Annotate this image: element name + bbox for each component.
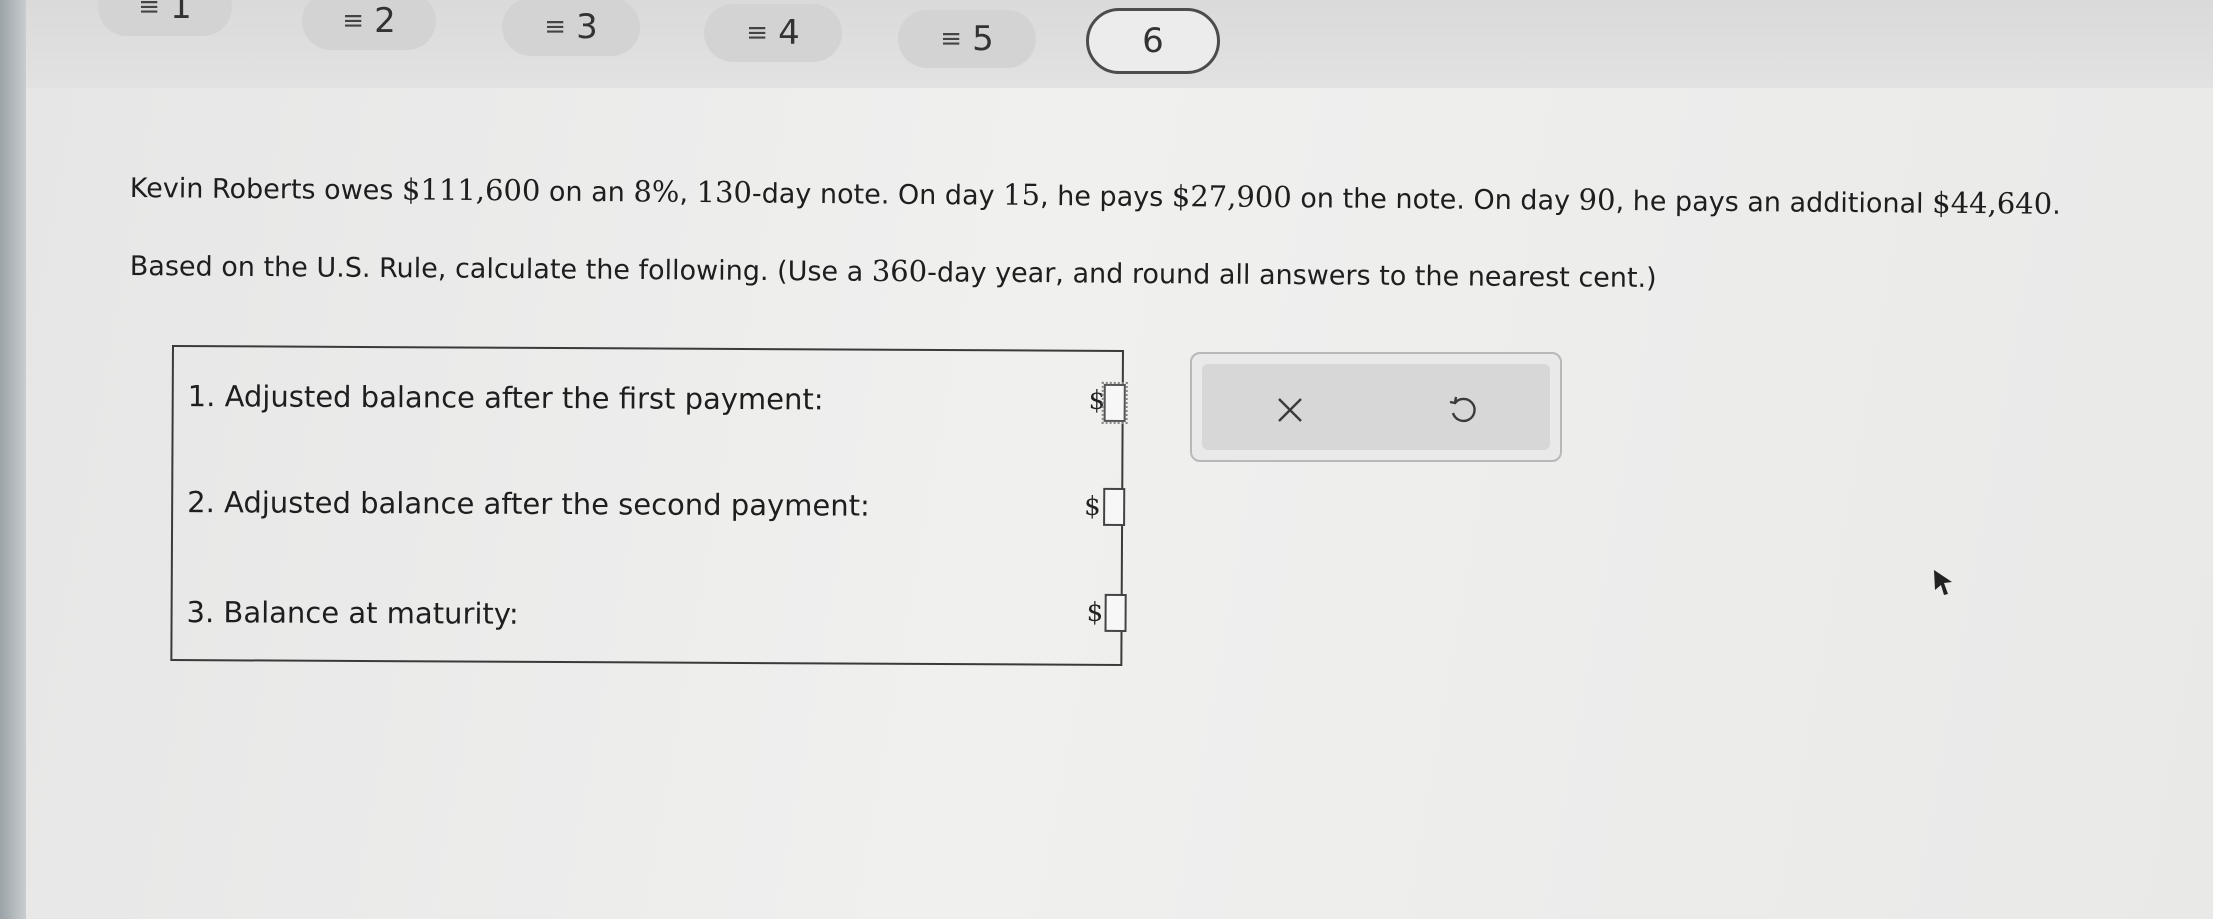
problem-statement: Kevin Roberts owes $111,600 on an 8%, 13… xyxy=(130,170,2213,222)
question-3-label: 3. Balance at maturity: xyxy=(186,595,519,631)
tab-label: 4 xyxy=(778,13,800,53)
tab-label: 5 xyxy=(972,19,994,59)
interest-rate: 8% xyxy=(633,174,680,209)
instruction-text: -day year, and round all answers to the … xyxy=(927,257,1657,294)
note-term: 130 xyxy=(696,174,753,210)
equals-icon: ≡ xyxy=(746,18,769,48)
problem-text: -day note. On day xyxy=(751,178,1004,212)
problem-text: , he pays an additional xyxy=(1615,185,1933,220)
currency-symbol: $ xyxy=(1084,491,1101,522)
undo-button[interactable] xyxy=(1440,388,1484,432)
question-2-label: 2. Adjusted balance after the second pay… xyxy=(187,485,870,523)
answer-tools-panel xyxy=(1190,352,1562,462)
question-1-label: 1. Adjusted balance after the first paym… xyxy=(187,379,824,417)
answer-2-input[interactable] xyxy=(1103,487,1126,526)
tab-label: 6 xyxy=(1142,21,1164,61)
equals-icon: ≡ xyxy=(940,24,963,54)
problem-text: , xyxy=(679,177,697,209)
equals-icon: ≡ xyxy=(138,0,161,22)
problem-text: Kevin Roberts owes xyxy=(129,172,403,207)
screen-edge xyxy=(0,0,26,919)
currency-symbol: $ xyxy=(1086,597,1104,628)
problem-text: . xyxy=(2052,189,2061,221)
tab-question-3[interactable]: ≡ 3 xyxy=(502,0,640,56)
answer-3-input[interactable] xyxy=(1104,593,1127,633)
tab-question-1[interactable]: ≡ 1 xyxy=(98,0,232,36)
tab-label: 1 xyxy=(170,0,192,27)
equals-icon: ≡ xyxy=(342,6,365,36)
answer-box: 1. Adjusted balance after the first paym… xyxy=(170,345,1128,666)
tab-question-4[interactable]: ≡ 4 xyxy=(704,4,842,62)
problem-text: on an xyxy=(540,176,634,209)
problem-text: , he pays xyxy=(1039,180,1172,214)
tab-question-2[interactable]: ≡ 2 xyxy=(302,0,436,50)
mouse-pointer-icon xyxy=(1934,570,1952,595)
second-payment-amount: $44,640 xyxy=(1932,185,2053,221)
tab-question-5[interactable]: ≡ 5 xyxy=(898,10,1036,68)
equals-icon: ≡ xyxy=(544,12,567,42)
clear-button[interactable] xyxy=(1268,388,1312,432)
answer-1-input[interactable] xyxy=(1101,381,1128,425)
year-basis: 360 xyxy=(871,253,928,289)
loan-amount: $111,600 xyxy=(401,172,541,208)
undo-icon xyxy=(1449,396,1476,423)
tab-question-6[interactable]: 6 xyxy=(1086,8,1220,74)
first-payment-day: 15 xyxy=(1002,177,1041,212)
tab-label: 3 xyxy=(576,7,598,47)
page: ≡ 1 ≡ 2 ≡ 3 ≡ 4 ≡ 5 6 Kevin Roberts owes… xyxy=(26,0,2213,919)
second-payment-day: 90 xyxy=(1578,182,1616,217)
close-icon xyxy=(1278,398,1302,422)
first-payment-amount: $27,900 xyxy=(1171,179,1292,215)
problem-text: on the note. On day xyxy=(1291,183,1579,217)
instruction-text: Based on the U.S. Rule, calculate the fo… xyxy=(129,250,872,288)
question-tab-bar: ≡ 1 ≡ 2 ≡ 3 ≡ 4 ≡ 5 6 xyxy=(26,0,2213,88)
tool-button-group xyxy=(1202,364,1550,450)
tab-label: 2 xyxy=(374,1,396,41)
problem-instructions: Based on the U.S. Rule, calculate the fo… xyxy=(130,248,1657,294)
